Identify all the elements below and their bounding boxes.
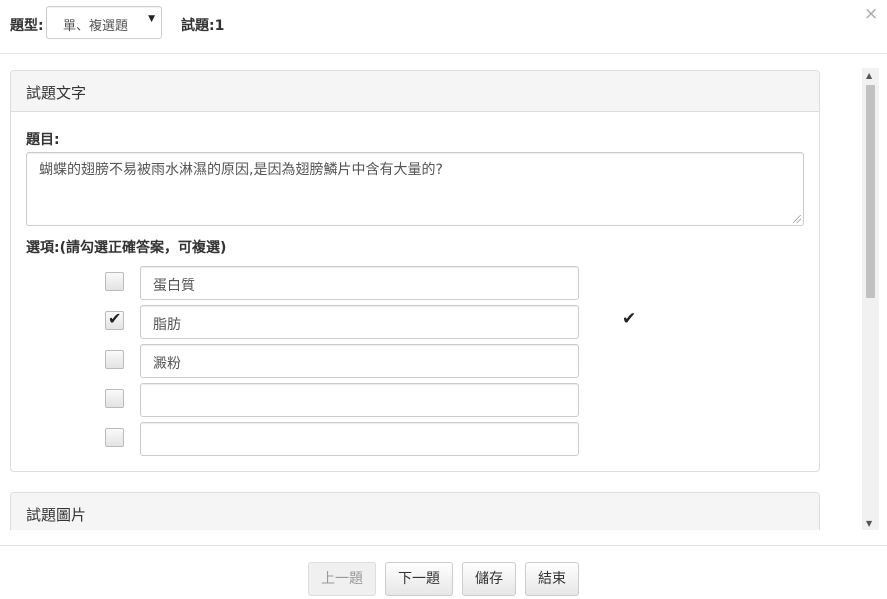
dialog-header: 題型: 單、複選題 ▼ 試題:1 × — [0, 0, 887, 54]
finish-button[interactable]: 結束 — [525, 562, 579, 596]
option-row — [11, 422, 819, 456]
resize-handle-icon[interactable] — [793, 215, 801, 223]
question-text-panel-heading: 試題文字 — [11, 71, 819, 112]
option-input[interactable]: 澱粉 — [140, 344, 579, 378]
prev-question-button[interactable]: 上一題 — [308, 562, 376, 596]
option-input[interactable]: 蛋白質 — [140, 266, 579, 300]
question-image-panel-heading: 試題圖片 — [11, 493, 819, 530]
check-icon: ✔ — [108, 309, 122, 328]
options-label: 選項:(請勾選正確答案，可複選) — [26, 240, 227, 256]
scrollbar-thumb[interactable] — [866, 85, 875, 298]
scroll-up-arrow-icon[interactable]: ▲ — [866, 71, 872, 80]
option-checkbox[interactable] — [105, 428, 124, 447]
question-type-select[interactable]: 單、複選題 ▼ — [46, 6, 162, 39]
question-textarea[interactable]: 蝴蝶的翅膀不易被雨水淋濕的原因,是因為翅膀鱗片中含有大量的? — [26, 152, 804, 226]
scroll-down-arrow-icon[interactable]: ▼ — [866, 519, 872, 528]
question-type-value: 單、複選題 — [63, 19, 129, 34]
question-text: 蝴蝶的翅膀不易被雨水淋濕的原因,是因為翅膀鱗片中含有大量的? — [39, 162, 443, 178]
question-number: 試題:1 — [181, 18, 225, 34]
option-checkbox[interactable] — [105, 350, 124, 369]
dropdown-caret-icon: ▼ — [148, 14, 155, 24]
option-checkbox[interactable] — [105, 389, 124, 408]
dialog-body[interactable]: 試題文字 題目: 蝴蝶的翅膀不易被雨水淋濕的原因,是因為翅膀鱗片中含有大量的? … — [0, 55, 862, 530]
question-text-panel: 試題文字 題目: 蝴蝶的翅膀不易被雨水淋濕的原因,是因為翅膀鱗片中含有大量的? … — [10, 70, 820, 472]
option-input[interactable] — [140, 383, 579, 417]
vertical-scrollbar[interactable]: ▲ ▼ — [862, 68, 879, 530]
question-type-label: 題型: — [10, 18, 44, 34]
option-row: 蛋白質 — [11, 266, 819, 300]
question-image-panel: 試題圖片 — [10, 492, 820, 530]
option-row: 澱粉 — [11, 344, 819, 378]
option-input[interactable] — [140, 422, 579, 456]
option-checkbox-checked[interactable]: ✔ — [105, 309, 124, 330]
option-checkbox[interactable] — [105, 272, 124, 291]
close-icon[interactable]: × — [864, 4, 878, 24]
question-label: 題目: — [26, 132, 60, 148]
option-input[interactable]: 脂肪 — [140, 305, 579, 339]
dialog-footer: 上一題 下一題 儲存 結束 — [0, 545, 887, 599]
save-button[interactable]: 儲存 — [462, 562, 516, 596]
option-row: ✔ 脂肪 ✔ — [11, 305, 819, 339]
next-question-button[interactable]: 下一題 — [385, 562, 453, 596]
correct-answer-check-icon: ✔ — [622, 309, 637, 329]
option-row — [11, 383, 819, 417]
